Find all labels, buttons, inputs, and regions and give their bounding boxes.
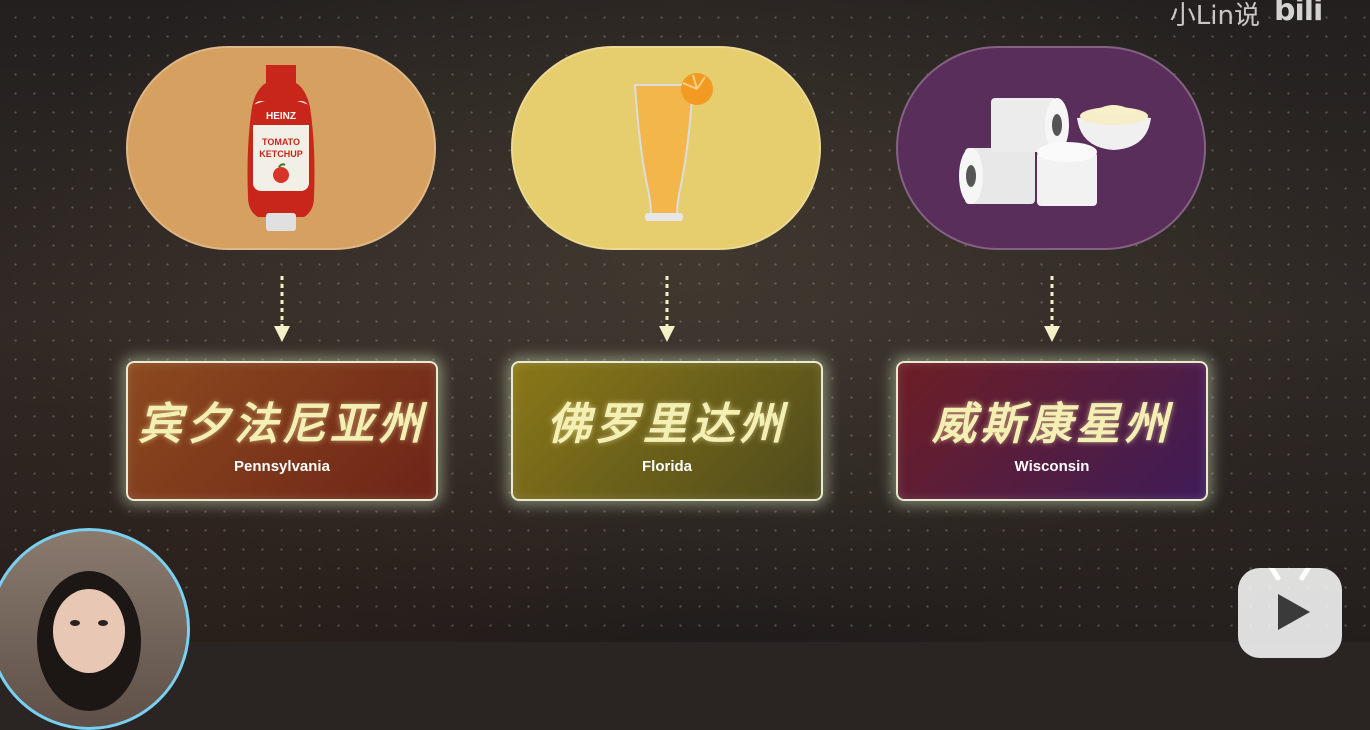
product-pill-orange-juice xyxy=(511,46,821,250)
state-name-cn: 宾夕法尼亚州 xyxy=(138,398,426,450)
down-arrow-icon xyxy=(1044,276,1060,342)
bilibili-tv-icon[interactable] xyxy=(1238,559,1342,658)
product-pill-ketchup: HEINZ TOMATO KETCHUP xyxy=(126,46,436,250)
bilibili-logo-icon: bili xyxy=(1274,0,1323,28)
presenter-face-icon xyxy=(37,571,141,711)
watermark-author: 小Lin说 xyxy=(1169,0,1260,31)
bilibili-logo: bili xyxy=(1274,0,1360,34)
down-arrow-icon xyxy=(274,276,290,342)
state-box-florida: 佛罗里达州 Florida xyxy=(511,361,823,501)
state-name-en: Pennsylvania xyxy=(234,457,330,475)
state-name-cn: 威斯康星州 xyxy=(932,398,1172,450)
state-name-cn: 佛罗里达州 xyxy=(547,398,787,450)
state-box-wisconsin: 威斯康星州 Wisconsin xyxy=(896,361,1208,501)
toilet-paper-cream-icon xyxy=(959,98,1151,206)
state-name-en: Florida xyxy=(641,457,692,475)
presenter-avatar xyxy=(0,528,190,730)
orange-juice-glass-icon xyxy=(633,73,713,221)
state-box-pennsylvania: 宾夕法尼亚州 Pennsylvania xyxy=(126,361,438,501)
watermark: 小Lin说 bili xyxy=(1170,0,1360,34)
svg-text:KETCHUP: KETCHUP xyxy=(259,149,303,159)
play-icon xyxy=(1265,559,1315,630)
state-name-en: Wisconsin xyxy=(1014,457,1090,475)
svg-text:TOMATO: TOMATO xyxy=(262,137,300,147)
down-arrow-icon xyxy=(659,276,675,342)
bottle-brand-text: HEINZ xyxy=(266,111,296,122)
svg-text:bili: bili xyxy=(1274,0,1322,26)
product-pill-toilet-paper-cream xyxy=(896,46,1206,250)
ketchup-bottle-icon: HEINZ TOMATO KETCHUP xyxy=(247,65,315,231)
